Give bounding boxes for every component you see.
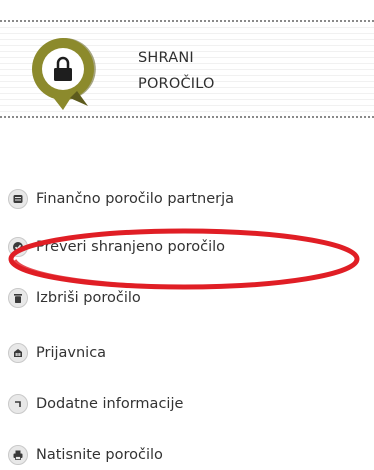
- lock-icon: [30, 36, 96, 112]
- menu-item-print-report[interactable]: Natisnite poročilo: [8, 440, 368, 470]
- menu-item-label: Dodatne informacije: [36, 396, 184, 412]
- menu-item-label: Finančno poročilo partnerja: [36, 191, 235, 207]
- menu-item-check-saved-report[interactable]: Preveri shranjeno poročilo: [8, 232, 368, 262]
- save-report-button[interactable]: SHRANI POROČILO: [0, 22, 374, 114]
- save-report-label-line1: SHRANI: [138, 50, 194, 66]
- report-icon: [8, 189, 28, 209]
- menu-item-delete-report[interactable]: Izbriši poročilo: [8, 283, 368, 313]
- menu-item-label: Preveri shranjeno poročilo: [36, 239, 226, 255]
- save-report-label: SHRANI POROČILO: [138, 45, 215, 97]
- trash-icon: [8, 288, 28, 308]
- menu-item-financial-report[interactable]: Finančno poročilo partnerja: [8, 184, 368, 214]
- form-icon: [8, 343, 28, 363]
- menu-item-label: Izbriši poročilo: [36, 290, 141, 306]
- check-icon: [8, 237, 28, 257]
- bottom-divider: [0, 116, 374, 118]
- save-report-label-line2: POROČILO: [138, 76, 215, 92]
- menu-item-additional-info[interactable]: Dodatne informacije: [8, 389, 368, 419]
- print-icon: [8, 445, 28, 465]
- menu-item-label: Prijavnica: [36, 345, 107, 361]
- info-arrow-icon: [8, 394, 28, 414]
- menu-item-label: Natisnite poročilo: [36, 447, 163, 463]
- menu-item-application-form[interactable]: Prijavnica: [8, 338, 368, 368]
